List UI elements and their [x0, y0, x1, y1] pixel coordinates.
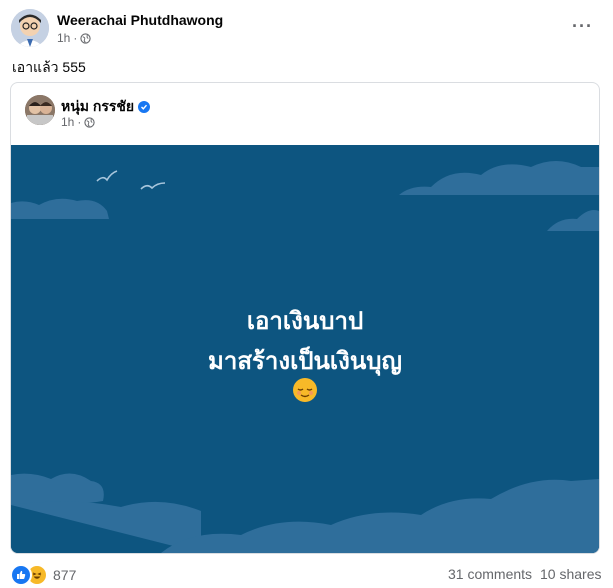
shares-count-link[interactable]: 10 shares [540, 566, 601, 582]
separator-dot: · [77, 115, 82, 129]
post-footer: 877 31 comments 10 shares [0, 558, 613, 588]
author-avatar[interactable] [11, 9, 49, 47]
post-meta: 1h · [57, 31, 91, 45]
facebook-post: Weerachai Phutdhawong 1h · ··· เอาแล้ว 5… [0, 0, 613, 588]
shared-author-avatar[interactable] [25, 95, 55, 125]
author-name[interactable]: Weerachai Phutdhawong [57, 12, 223, 28]
image-text-line-2: มาสร้างเป็นเงินบุญ [208, 348, 402, 375]
like-icon [10, 564, 32, 586]
shared-post-image[interactable]: เอาเงินบาป มาสร้างเป็นเงินบุญ [11, 145, 599, 553]
verified-icon [138, 101, 151, 113]
more-options-button[interactable]: ··· [572, 16, 593, 36]
globe-icon [84, 116, 95, 128]
globe-icon [80, 32, 91, 44]
more-icon: ··· [572, 16, 593, 36]
reaction-count: 877 [53, 567, 77, 583]
image-text-line-1: เอาเงินบาป [246, 308, 364, 335]
post-time[interactable]: 1h [57, 31, 70, 45]
comments-count-link[interactable]: 31 comments [448, 566, 532, 582]
shared-post-meta: 1h · [61, 115, 95, 129]
shared-post-time[interactable]: 1h [61, 115, 74, 129]
author-avatar-illustration [11, 9, 49, 47]
reactions-summary[interactable]: 877 [10, 564, 76, 586]
shared-avatar-photo [25, 95, 55, 125]
separator-dot: · [73, 31, 78, 45]
relieved-face-emoji [293, 378, 317, 402]
shared-post-card[interactable]: หนุ่ม กรรชัย 1h · เอาเงินบาป มาสร้างเป็น… [10, 82, 600, 554]
post-text: เอาแล้ว 555 [12, 59, 86, 75]
